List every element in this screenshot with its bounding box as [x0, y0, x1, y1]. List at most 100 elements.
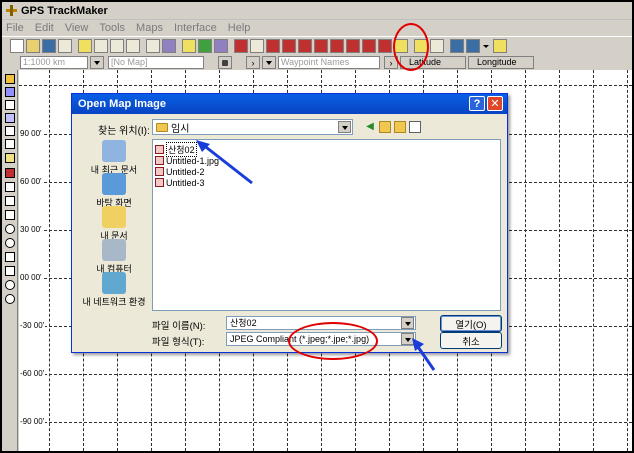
file-list[interactable]: 산청02 Untitled-1.jpg Untitled-2 Untitled-… — [152, 139, 501, 311]
place-desktop[interactable]: 바탕 화면 — [76, 173, 152, 209]
arrow-right-icon[interactable]: › — [246, 56, 260, 69]
close-button[interactable]: ✕ — [487, 96, 503, 111]
print-icon[interactable] — [58, 39, 72, 53]
waypoint-tool-icon[interactable] — [266, 39, 280, 53]
file-item[interactable]: Untitled-3 — [155, 177, 205, 188]
track-tool-icon[interactable] — [234, 39, 248, 53]
cancel-button[interactable]: 취소 — [440, 332, 502, 349]
circle-tool-icon[interactable] — [5, 224, 15, 234]
scale-field[interactable]: 1:1000 km — [20, 56, 88, 69]
back-arrow-icon[interactable]: ◀ — [364, 121, 376, 133]
menu-file[interactable]: File — [6, 22, 24, 34]
view-icon[interactable] — [146, 39, 160, 53]
move-tool-icon[interactable] — [5, 100, 15, 110]
gps-icon[interactable] — [450, 39, 464, 53]
name-icon[interactable] — [362, 39, 376, 53]
chevron-down-icon[interactable] — [262, 56, 276, 69]
zoom-icon[interactable] — [94, 39, 108, 53]
menu-help[interactable]: Help — [228, 22, 251, 34]
paste-tool-icon[interactable] — [5, 139, 15, 149]
delete-icon[interactable] — [282, 39, 296, 53]
file-item[interactable]: 산청02 — [155, 142, 197, 157]
triangle-tool-icon[interactable] — [5, 252, 15, 262]
new-file-icon[interactable] — [10, 39, 24, 53]
map-field[interactable]: [No Map] — [108, 56, 204, 69]
select-tool-icon[interactable] — [5, 113, 15, 123]
menu-tools[interactable]: Tools — [99, 22, 125, 34]
chevron-down-icon[interactable] — [401, 333, 414, 345]
file-type-label: 파일 형식(T): — [152, 337, 205, 348]
rectangle-select-icon[interactable] — [5, 87, 15, 97]
line-tool-icon[interactable] — [5, 196, 15, 206]
help-button[interactable]: ? — [469, 96, 485, 111]
drawing-tool-strip — [2, 70, 18, 451]
folder-icon — [156, 122, 168, 132]
file-item[interactable]: Untitled-1.jpg — [155, 155, 219, 166]
menu-view[interactable]: View — [65, 22, 89, 34]
chevron-down-icon[interactable] — [338, 121, 351, 133]
menu-bar: File Edit View Tools Maps Interface Help — [2, 20, 632, 36]
oval-tool-icon[interactable] — [5, 294, 15, 304]
erase-tool-icon[interactable] — [5, 182, 15, 192]
open-button[interactable]: 열기(O) — [440, 315, 502, 332]
image-file-icon — [155, 178, 164, 187]
pencil-tool-icon[interactable] — [5, 153, 15, 163]
round-tool-icon[interactable] — [5, 280, 15, 290]
target-icon[interactable] — [314, 39, 328, 53]
new-folder-icon[interactable] — [394, 121, 406, 133]
grid-icon[interactable] — [182, 39, 196, 53]
open-file-icon[interactable] — [26, 39, 40, 53]
file-name-label: 파일 이름(N): — [152, 321, 206, 332]
up-folder-icon[interactable] — [379, 121, 391, 133]
pointer-tool-icon[interactable] — [5, 74, 15, 84]
place-my-computer[interactable]: 내 컴퓨터 — [76, 239, 152, 275]
text-icon[interactable] — [378, 39, 392, 53]
satellite-icon[interactable] — [466, 39, 480, 53]
app-title: GPS TrackMaker — [21, 4, 108, 17]
latitude-label: -90 00' — [19, 417, 46, 426]
color-icon[interactable] — [162, 39, 176, 53]
annotation-ellipse-toolbar — [393, 23, 429, 71]
map-button-icon[interactable] — [218, 56, 232, 69]
menu-maps[interactable]: Maps — [136, 22, 163, 34]
menu-edit[interactable]: Edit — [35, 22, 54, 34]
brush-tool-icon[interactable] — [5, 168, 15, 178]
waypoint-name-field[interactable]: Waypoint Names — [278, 56, 380, 69]
chevron-down-icon[interactable] — [90, 56, 104, 69]
chevron-down-icon[interactable] — [482, 39, 490, 53]
cross-icon[interactable] — [214, 39, 228, 53]
dialog-title-bar: Open Map Image ? ✕ — [72, 94, 507, 114]
measure-icon[interactable] — [298, 39, 312, 53]
image-file-icon — [155, 156, 164, 165]
view-menu-icon[interactable] — [409, 121, 421, 133]
open-map-image-dialog: Open Map Image ? ✕ 찾는 위치(I): 임시 ◀ 내 최근 문… — [71, 93, 508, 353]
look-in-combo[interactable]: 임시 — [152, 119, 353, 135]
place-my-network[interactable]: 내 네트워크 환경 — [76, 272, 152, 308]
zoom-out-icon[interactable] — [126, 39, 140, 53]
route-tool-icon[interactable] — [250, 39, 264, 53]
latitude-label: 60 00' — [19, 177, 43, 186]
zoom-in-icon[interactable] — [110, 39, 124, 53]
help-icon[interactable] — [493, 39, 507, 53]
globe-icon[interactable] — [198, 39, 212, 53]
copy-tool-icon[interactable] — [5, 126, 15, 136]
polygon-tool-icon[interactable] — [5, 266, 15, 276]
chevron-down-icon[interactable] — [401, 317, 414, 329]
flag-icon[interactable] — [330, 39, 344, 53]
main-toolbar — [2, 36, 632, 55]
annotation-ellipse-file-type — [288, 322, 378, 360]
look-in-label: 찾는 위치(I): — [98, 126, 150, 137]
app-window: GPS TrackMaker File Edit View Tools Maps… — [0, 0, 634, 453]
square-tool-icon[interactable] — [5, 210, 15, 220]
hand-tool-icon[interactable] — [78, 39, 92, 53]
waypoint-list-icon[interactable] — [346, 39, 360, 53]
file-item[interactable]: Untitled-2 — [155, 166, 205, 177]
place-my-documents[interactable]: 내 문서 — [76, 206, 152, 242]
dialog-title: Open Map Image — [78, 98, 167, 110]
dialog-nav-icons: ◀ — [364, 121, 424, 133]
save-file-icon[interactable] — [42, 39, 56, 53]
map-book-icon[interactable] — [430, 39, 444, 53]
place-recent-documents[interactable]: 내 최근 문서 — [76, 140, 152, 176]
ellipse-tool-icon[interactable] — [5, 238, 15, 248]
menu-interface[interactable]: Interface — [174, 22, 217, 34]
